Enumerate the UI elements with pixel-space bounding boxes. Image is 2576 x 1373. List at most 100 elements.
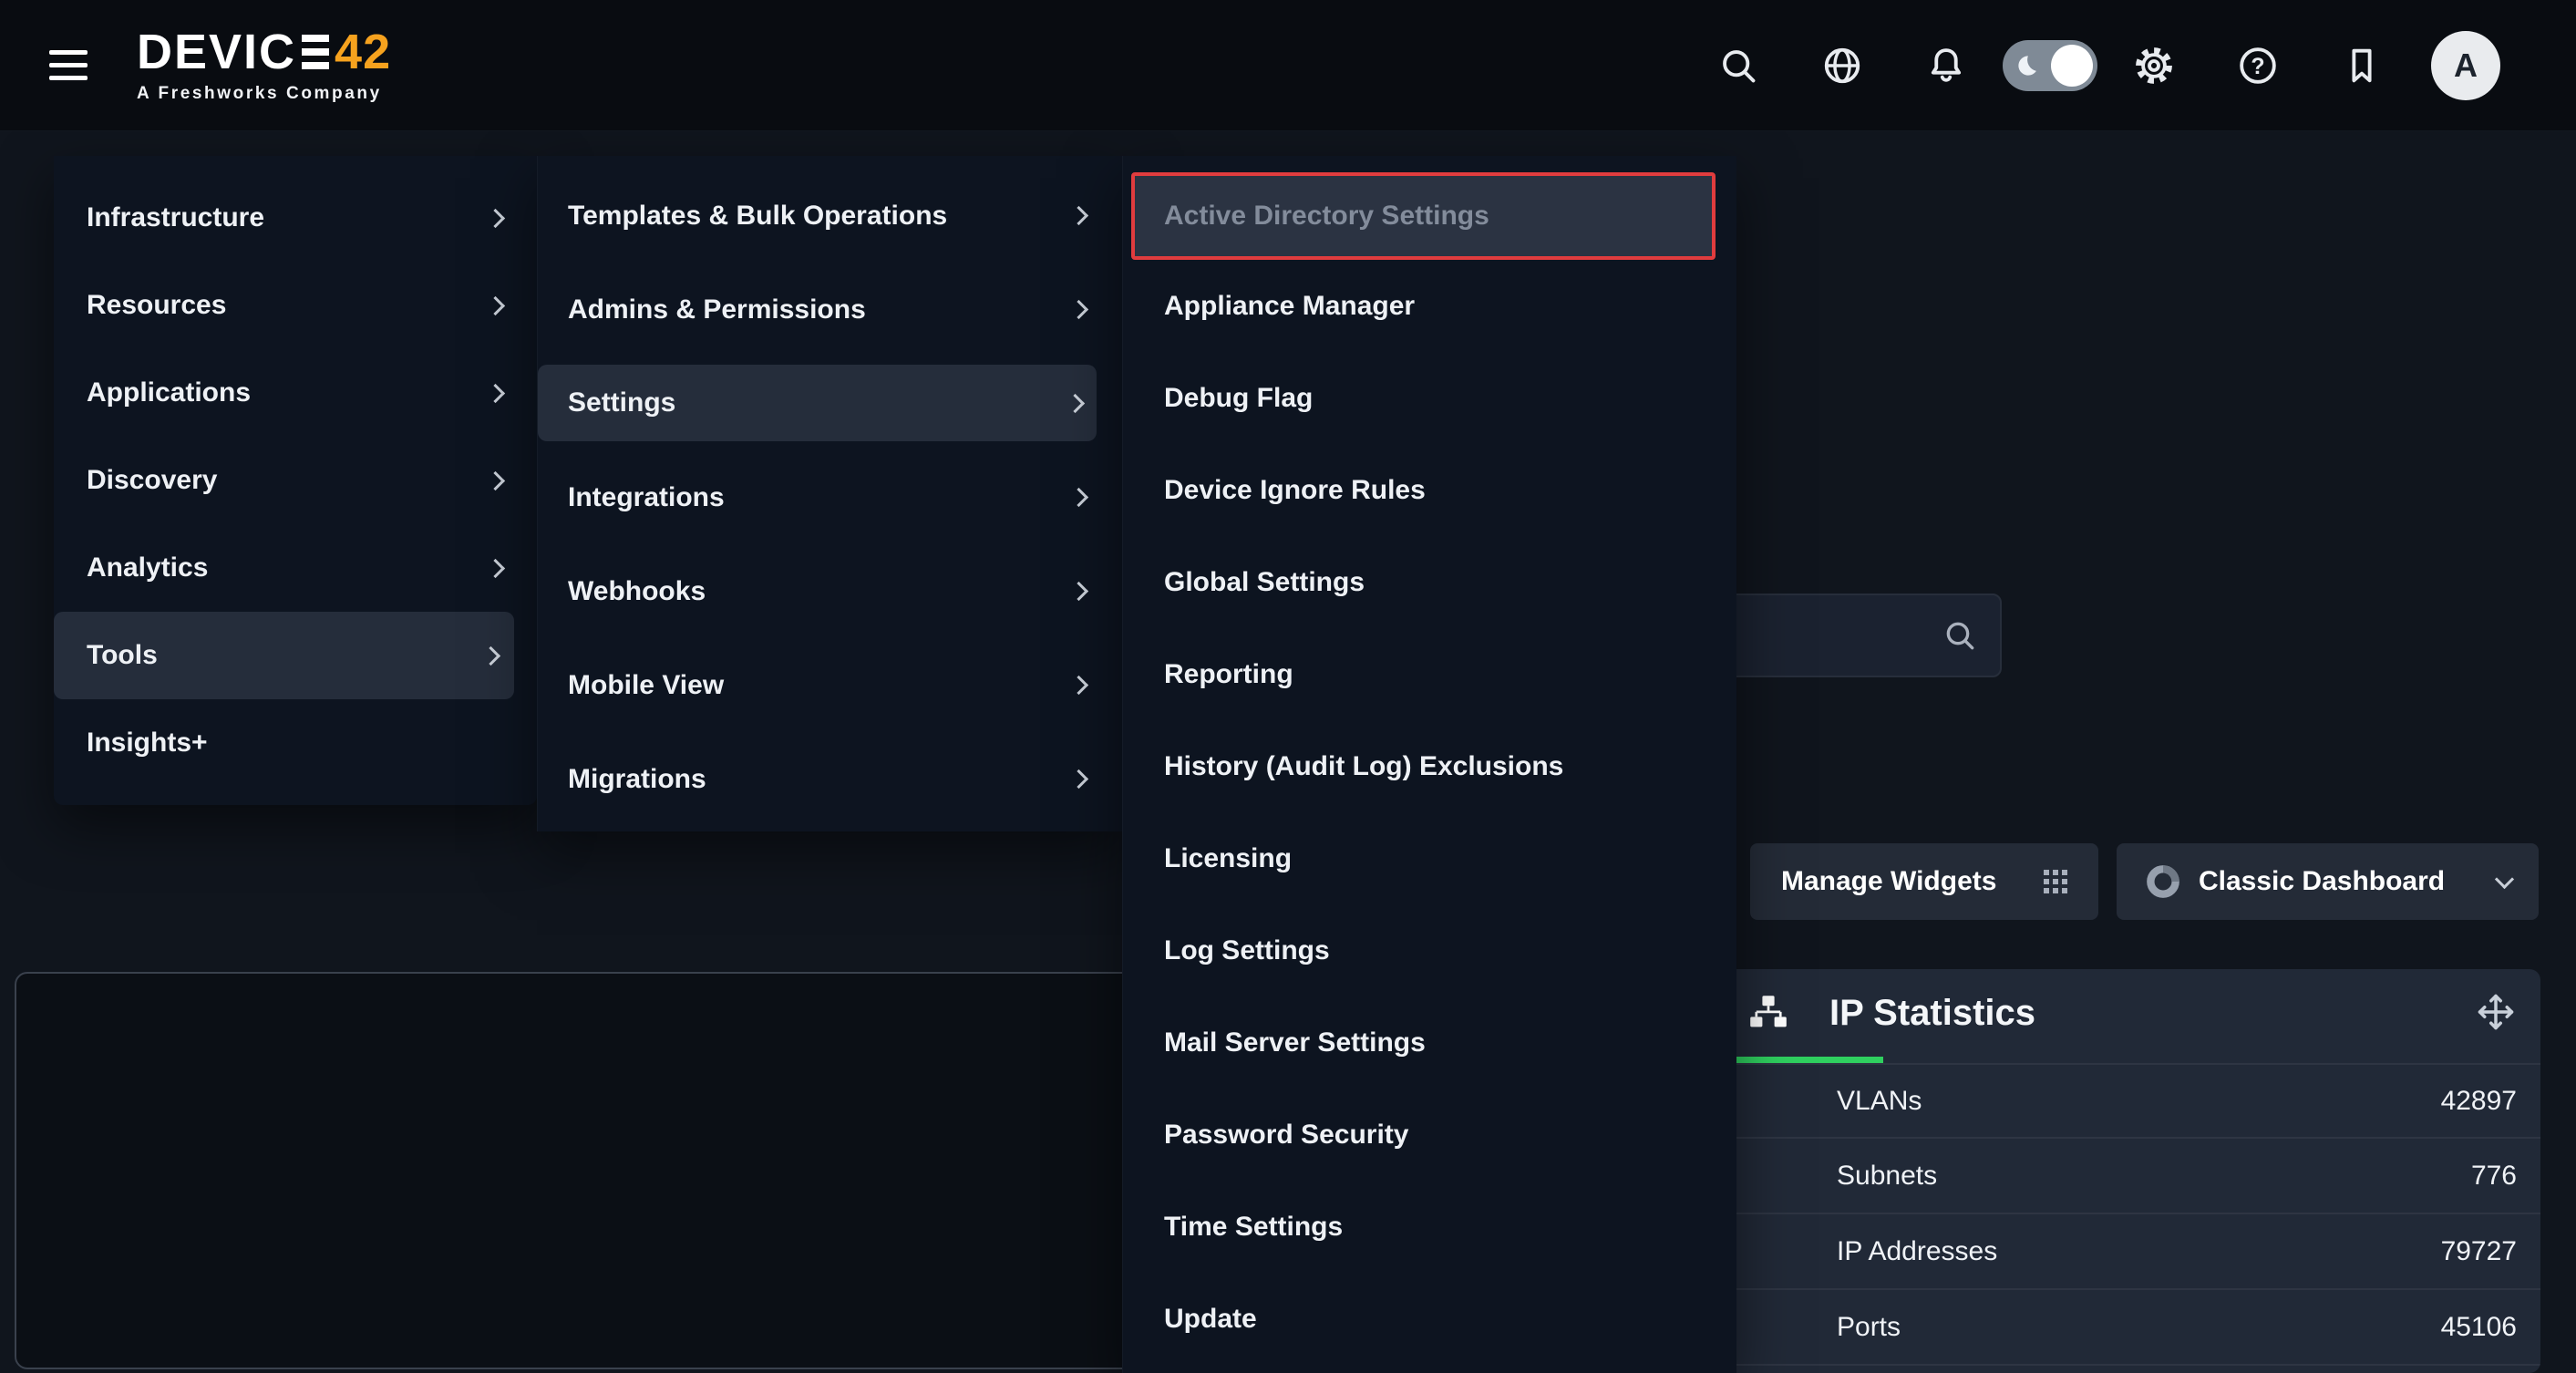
menu-item-analytics[interactable]: Analytics	[54, 524, 537, 612]
chevron-right-icon	[1066, 393, 1085, 412]
topbar-actions: ? A	[1686, 31, 2518, 100]
grid-icon	[2044, 870, 2067, 893]
menu-item-log-settings[interactable]: Log Settings	[1123, 904, 1736, 996]
avatar-initial: A	[2431, 31, 2500, 100]
ip-statistics-widget: IP Statistics VLANs 42897 Subnets 776 IP…	[1723, 969, 2540, 1373]
menu-item-applications[interactable]: Applications	[54, 349, 537, 437]
menu-item-update[interactable]: Update	[1123, 1273, 1736, 1365]
ip-stat-row: IP Addresses 79727	[1723, 1214, 2540, 1290]
menu-item-label: Analytics	[87, 552, 208, 583]
menu-item-insights[interactable]: Insights+	[54, 699, 537, 787]
ip-stat-row: Subnets 776	[1723, 1139, 2540, 1214]
menu-item-label: Templates & Bulk Operations	[568, 201, 947, 232]
menu-item-label: History (Audit Log) Exclusions	[1164, 751, 1563, 782]
bookmark-button[interactable]	[2310, 45, 2414, 87]
svg-text:?: ?	[2251, 53, 2264, 78]
menu-item-label: Applications	[87, 377, 251, 408]
network-hierarchy-icon	[1748, 993, 1788, 1033]
menu-item-label: Settings	[568, 387, 675, 418]
ip-stat-row: VLANs 42897	[1723, 1063, 2540, 1139]
menu-item-label: Mail Server Settings	[1164, 1027, 1426, 1058]
bookmark-icon	[2341, 45, 2383, 87]
menu-item-label: Global Settings	[1164, 567, 1365, 598]
ip-stat-value: 79727	[2441, 1236, 2517, 1267]
menu-item-appliance-manager[interactable]: Appliance Manager	[1123, 260, 1736, 352]
settings-button[interactable]	[2102, 45, 2206, 87]
menu-item-webhooks[interactable]: Webhooks	[538, 544, 1122, 638]
ip-stat-value: 776	[2471, 1161, 2517, 1192]
ip-stat-label: Subnets	[1837, 1161, 1937, 1192]
ip-stat-row: Ports 45106	[1723, 1290, 2540, 1366]
menu-item-infrastructure[interactable]: Infrastructure	[54, 174, 537, 262]
chevron-right-icon	[1069, 582, 1088, 601]
ip-statistics-table: VLANs 42897 Subnets 776 IP Addresses 797…	[1723, 1063, 2540, 1366]
menu-item-settings[interactable]: Settings	[538, 365, 1097, 441]
help-button[interactable]: ?	[2206, 45, 2310, 87]
menu-item-device-ignore-rules[interactable]: Device Ignore Rules	[1123, 444, 1736, 536]
menu-item-mobile-view[interactable]: Mobile View	[538, 638, 1122, 732]
ip-statistics-header: IP Statistics	[1723, 969, 2540, 1057]
chevron-right-icon	[486, 558, 505, 577]
hamburger-menu-button[interactable]	[49, 38, 104, 93]
menu-item-label: Active Directory Settings	[1164, 201, 1489, 232]
menu-item-label: Webhooks	[568, 576, 706, 607]
search-icon	[1942, 617, 1978, 654]
menu-item-password-security[interactable]: Password Security	[1123, 1089, 1736, 1181]
chevron-right-icon	[1069, 300, 1088, 319]
manage-widgets-label: Manage Widgets	[1781, 866, 1996, 897]
avatar[interactable]: A	[2414, 31, 2518, 100]
move-handle[interactable]	[2477, 993, 2515, 1034]
menu-item-label: Mobile View	[568, 670, 724, 701]
notifications-button[interactable]	[1894, 45, 1998, 87]
ip-stat-value: 45106	[2441, 1312, 2517, 1343]
theme-toggle[interactable]	[1998, 40, 2102, 91]
menu-item-label: Device Ignore Rules	[1164, 475, 1426, 506]
globe-icon	[1821, 45, 1863, 87]
menu-item-tools[interactable]: Tools	[54, 612, 514, 699]
chevron-right-icon	[1069, 676, 1088, 695]
menu-item-reporting[interactable]: Reporting	[1123, 628, 1736, 720]
gear-icon	[2133, 45, 2175, 87]
classic-dashboard-label: Classic Dashboard	[2199, 866, 2445, 897]
chevron-right-icon	[1069, 206, 1088, 225]
menu-item-debug-flag[interactable]: Debug Flag	[1123, 352, 1736, 444]
chevron-right-icon	[486, 470, 505, 490]
logo-text: DEVIC	[137, 27, 296, 77]
menu-item-time-settings[interactable]: Time Settings	[1123, 1181, 1736, 1273]
menu-item-history-audit-log-exclusions[interactable]: History (Audit Log) Exclusions	[1123, 720, 1736, 812]
device42-logo[interactable]: DEVIC 42 A Freshworks Company	[137, 27, 391, 104]
widget-title: IP Statistics	[1829, 993, 2035, 1034]
menu-item-discovery[interactable]: Discovery	[54, 437, 537, 524]
chevron-right-icon	[1069, 769, 1088, 789]
menu-item-label: Admins & Permissions	[568, 294, 866, 325]
menu-item-label: Tools	[87, 640, 158, 671]
menu-item-integrations[interactable]: Integrations	[538, 450, 1122, 544]
menu-item-label: Infrastructure	[87, 202, 264, 233]
menu-item-mail-server-settings[interactable]: Mail Server Settings	[1123, 996, 1736, 1089]
globe-button[interactable]	[1790, 45, 1894, 87]
menu-item-migrations[interactable]: Migrations	[538, 732, 1122, 826]
chevron-right-icon	[486, 295, 505, 315]
menu-item-label: Update	[1164, 1304, 1257, 1335]
menu-item-global-settings[interactable]: Global Settings	[1123, 536, 1736, 628]
dashboard-icon	[2144, 862, 2182, 901]
menu-item-label: Debug Flag	[1164, 383, 1313, 414]
menu-item-licensing[interactable]: Licensing	[1123, 812, 1736, 904]
chevron-right-icon	[486, 208, 505, 227]
ip-stat-label: VLANs	[1837, 1086, 1922, 1117]
menu-item-active-directory-settings[interactable]: Active Directory Settings	[1131, 172, 1716, 260]
help-icon: ?	[2237, 45, 2279, 87]
moon-icon	[2013, 52, 2040, 79]
manage-widgets-button[interactable]: Manage Widgets	[1750, 843, 2098, 920]
menu-item-resources[interactable]: Resources	[54, 262, 537, 349]
chevron-down-icon	[2495, 869, 2514, 888]
search-button[interactable]	[1686, 45, 1790, 87]
menu-item-label: Licensing	[1164, 843, 1292, 874]
menu-item-admins-permissions[interactable]: Admins & Permissions	[538, 263, 1122, 356]
menu-item-label: Appliance Manager	[1164, 291, 1415, 322]
hamburger-icon	[49, 50, 88, 55]
menu-item-templates-bulk-operations[interactable]: Templates & Bulk Operations	[538, 169, 1122, 263]
classic-dashboard-button[interactable]: Classic Dashboard	[2117, 843, 2539, 920]
logo-42: 42	[335, 27, 391, 77]
move-icon	[2477, 993, 2515, 1031]
